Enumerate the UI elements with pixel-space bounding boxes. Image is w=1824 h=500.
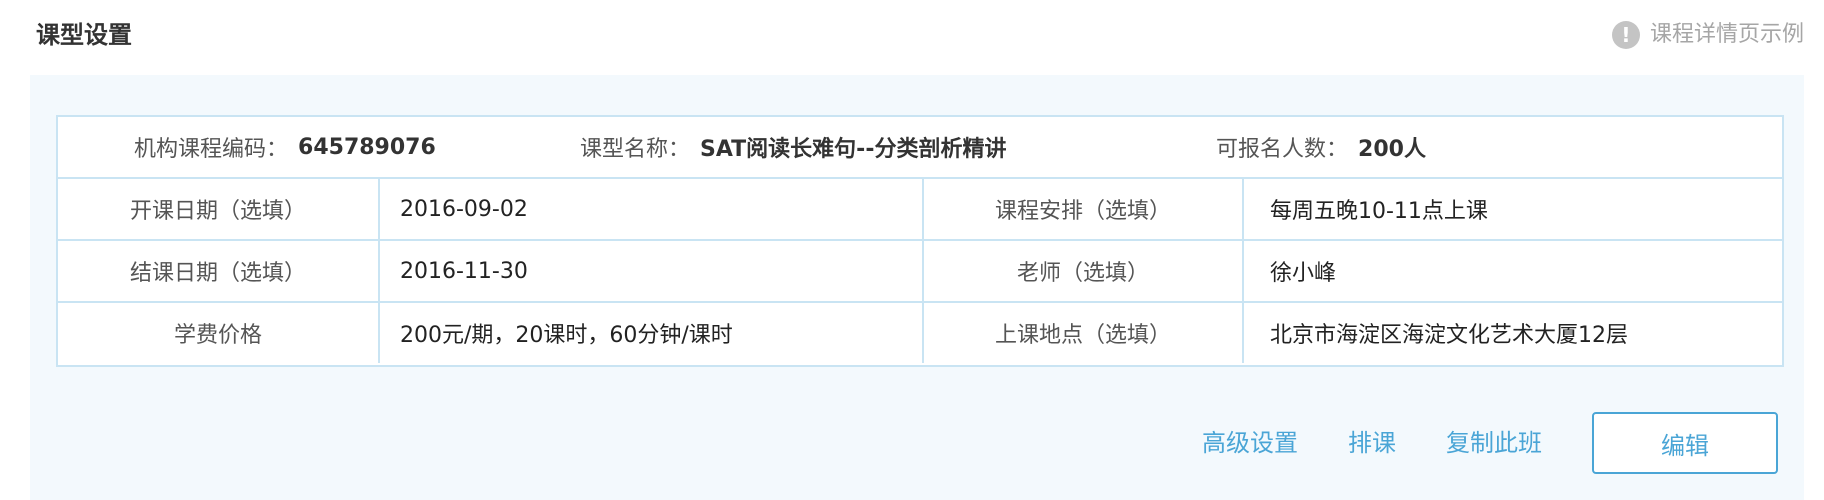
location-label: 上课地点（选填） xyxy=(922,303,1242,363)
capacity-label: 可报名人数： xyxy=(1216,137,1349,162)
end-date-value: 2016-11-30 xyxy=(378,241,922,301)
end-date-label: 结课日期（选填） xyxy=(129,261,306,286)
location-value: 北京市海淀区海淀文化艺术大厦12层 xyxy=(1242,303,1782,363)
teacher-value: 徐小峰 xyxy=(1242,241,1782,301)
course-code-value: 645789076 xyxy=(298,134,436,160)
capacity-field: 可报名人数： 200人 xyxy=(1216,131,1426,163)
info-icon: ! xyxy=(1611,21,1640,49)
example-link-label: 课程详情页示例 xyxy=(1649,22,1804,47)
header: 课型设置 ! 课程详情页示例 xyxy=(0,0,1824,70)
page-title: 课型设置 xyxy=(36,21,132,49)
course-name-field: 课型名称： SAT阅读长难句--分类剖析精讲 xyxy=(580,131,1006,163)
start-date-value: 2016-09-02 xyxy=(378,179,922,239)
course-detail-example-link[interactable]: ! 课程详情页示例 xyxy=(1611,18,1804,52)
schedule-value: 每周五晚10-11点上课 xyxy=(1242,179,1782,239)
tuition-label: 学费价格 xyxy=(173,323,262,348)
table-row: 结课日期（选填） 2016-11-30 老师（选填） 徐小峰 xyxy=(58,241,1782,303)
start-date-label: 开课日期（选填） xyxy=(129,199,306,224)
course-info-table: 机构课程编码： 645789076 课型名称： SAT阅读长难句--分类剖析精讲… xyxy=(56,115,1784,367)
capacity-value: 200人 xyxy=(1358,137,1426,162)
edit-button[interactable]: 编辑 xyxy=(1592,412,1778,474)
course-name-value: SAT阅读长难句--分类剖析精讲 xyxy=(700,137,1007,162)
schedule-label: 课程安排（选填） xyxy=(922,179,1242,239)
course-type-panel: 机构课程编码： 645789076 课型名称： SAT阅读长难句--分类剖析精讲… xyxy=(30,75,1804,500)
schedule-link[interactable]: 排课 xyxy=(1348,426,1396,460)
course-code-field: 机构课程编码： 645789076 xyxy=(134,131,436,163)
advanced-settings-link[interactable]: 高级设置 xyxy=(1202,426,1298,460)
summary-row: 机构课程编码： 645789076 课型名称： SAT阅读长难句--分类剖析精讲… xyxy=(58,117,1782,179)
course-name-label: 课型名称： xyxy=(580,137,691,162)
course-code-label: 机构课程编码： xyxy=(134,137,289,162)
copy-class-link[interactable]: 复制此班 xyxy=(1446,426,1542,460)
table-row: 学费价格 200元/期，20课时，60分钟/课时 上课地点（选填） 北京市海淀区… xyxy=(58,303,1782,365)
tuition-value: 200元/期，20课时，60分钟/课时 xyxy=(378,303,922,363)
teacher-label: 老师（选填） xyxy=(922,241,1242,301)
table-row: 开课日期（选填） 2016-09-02 课程安排（选填） 每周五晚10-11点上… xyxy=(58,179,1782,241)
action-bar: 高级设置 排课 复制此班 编辑 xyxy=(1202,412,1778,474)
